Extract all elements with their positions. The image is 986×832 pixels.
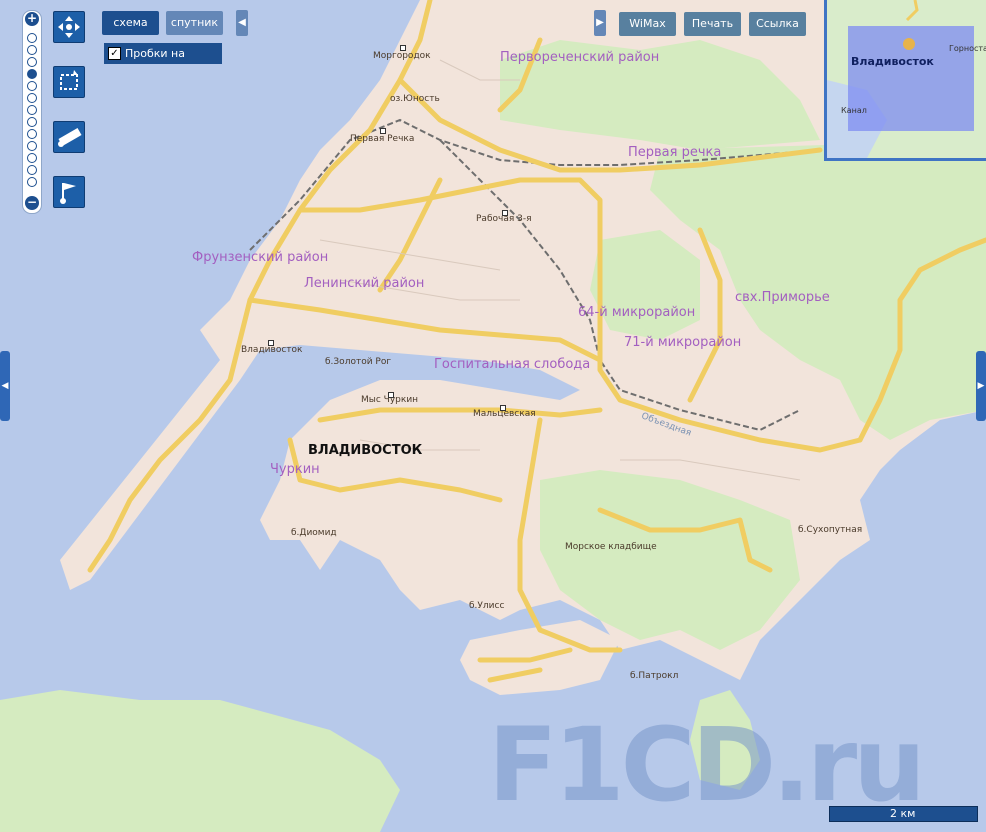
minimap-canvas xyxy=(827,0,986,158)
overview-minimap[interactable]: Владивосток Горноста Канал xyxy=(824,0,986,161)
chevron-left-icon: ◀ xyxy=(238,17,246,28)
zoom-level-dot[interactable] xyxy=(27,177,37,187)
route-tool-button[interactable] xyxy=(53,176,85,208)
station-marker xyxy=(268,340,274,346)
zoom-level-dot[interactable] xyxy=(27,141,37,151)
zoom-level-current[interactable] xyxy=(27,69,37,79)
zoom-level-dot[interactable] xyxy=(27,93,37,103)
collapse-left-button[interactable]: ◀ xyxy=(236,10,248,36)
chevron-right-icon: ▶ xyxy=(596,17,604,28)
right-panel-tab[interactable]: ▶ xyxy=(976,351,986,421)
scale-label: 2 км xyxy=(890,807,916,820)
wimax-button[interactable]: WiMax xyxy=(619,12,676,36)
scheme-button[interactable]: схема xyxy=(102,11,159,35)
print-button[interactable]: Печать xyxy=(684,12,741,36)
zoom-in-button[interactable]: + xyxy=(25,12,39,26)
zoom-level-dot[interactable] xyxy=(27,45,37,55)
select-area-icon xyxy=(60,70,78,90)
traffic-toggle[interactable]: ✓ Пробки на xyxy=(104,43,222,64)
zoom-out-button[interactable]: − xyxy=(25,196,39,210)
zoom-level-dot[interactable] xyxy=(27,165,37,175)
station-marker xyxy=(400,45,406,51)
route-flag-icon xyxy=(60,183,76,204)
station-marker xyxy=(380,128,386,134)
zoom-slider[interactable]: + − xyxy=(22,10,42,214)
link-button[interactable]: Ссылка xyxy=(749,12,806,36)
traffic-label: Пробки на xyxy=(125,47,185,60)
zoom-level-dot[interactable] xyxy=(27,57,37,67)
zoom-level-dot[interactable] xyxy=(27,153,37,163)
zoom-level-dot[interactable] xyxy=(27,117,37,127)
zoom-level-dot[interactable] xyxy=(27,129,37,139)
station-marker xyxy=(502,210,508,216)
zoom-level-dot[interactable] xyxy=(27,81,37,91)
ruler-icon xyxy=(58,128,82,147)
scale-bar: 2 км xyxy=(829,806,978,822)
ruler-tool-button[interactable] xyxy=(53,121,85,153)
chevron-left-icon: ◀ xyxy=(1,381,9,391)
expand-right-button[interactable]: ▶ xyxy=(594,10,606,36)
satellite-button[interactable]: спутник xyxy=(166,11,223,35)
traffic-checkbox[interactable]: ✓ xyxy=(108,47,121,60)
station-marker xyxy=(500,405,506,411)
move-icon xyxy=(58,16,80,38)
select-area-tool-button[interactable] xyxy=(53,66,85,98)
zoom-level-dot[interactable] xyxy=(27,33,37,43)
station-marker xyxy=(388,392,394,398)
left-panel-tab[interactable]: ◀ xyxy=(0,351,10,421)
move-tool-button[interactable] xyxy=(53,11,85,43)
chevron-right-icon: ▶ xyxy=(977,381,985,391)
zoom-level-dot[interactable] xyxy=(27,105,37,115)
